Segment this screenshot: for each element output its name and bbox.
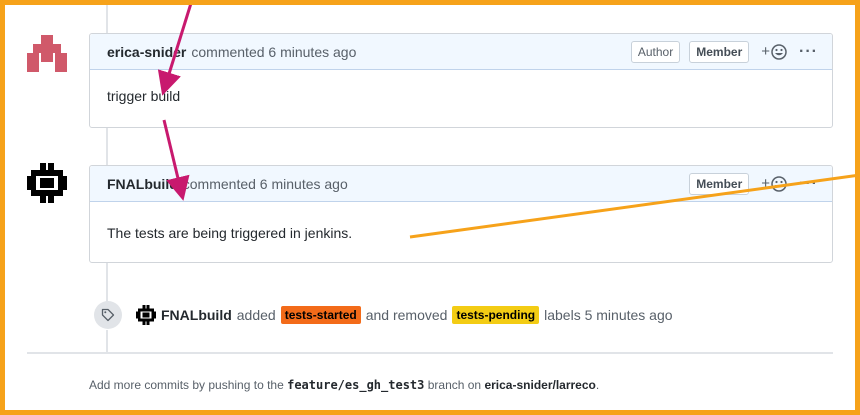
comment-author[interactable]: erica-snider xyxy=(107,44,186,60)
avatar-fnalbuild[interactable] xyxy=(27,163,67,203)
plus-label: + xyxy=(761,175,771,192)
smiley-icon xyxy=(771,43,787,60)
smiley-icon xyxy=(771,175,787,192)
event-actor[interactable]: FNALbuild xyxy=(161,307,232,323)
add-reaction-button[interactable]: + xyxy=(761,175,787,192)
kebab-icon[interactable]: ··· xyxy=(799,175,818,193)
timeline-divider xyxy=(27,352,833,354)
member-badge: Member xyxy=(689,40,750,63)
timeline-line xyxy=(106,263,108,303)
timeline-line xyxy=(106,0,108,33)
comment-author[interactable]: FNALbuild xyxy=(107,176,178,192)
member-badge: Member xyxy=(689,172,750,195)
event-suffix[interactable]: labels 5 minutes ago xyxy=(544,307,672,323)
repo-link[interactable]: erica-snider/larreco xyxy=(484,378,595,392)
footer-note: Add more commits by pushing to the featu… xyxy=(89,378,599,392)
kebab-icon[interactable]: ··· xyxy=(799,43,818,61)
event-removed-text: and removed xyxy=(365,307,448,323)
timeline-line xyxy=(106,128,108,165)
comment-body: The tests are being triggered in jenkins… xyxy=(107,224,353,241)
comment-header: FNALbuild commented 6 minutes ago Member… xyxy=(90,166,832,202)
comment-timestamp[interactable]: commented 6 minutes ago xyxy=(183,176,348,192)
plus-label: + xyxy=(761,43,771,60)
comment-body: trigger build xyxy=(107,88,181,104)
footer-middle: branch on xyxy=(427,378,482,392)
avatar-erica-snider[interactable] xyxy=(27,33,67,73)
add-reaction-button[interactable]: + xyxy=(761,43,787,60)
comment-card: erica-snider commented 6 minutes ago Aut… xyxy=(89,33,833,128)
label-tests-pending[interactable]: tests-pending xyxy=(452,306,540,324)
comment-timestamp[interactable]: commented 6 minutes ago xyxy=(191,44,356,60)
user-identicon xyxy=(27,33,67,73)
label-tests-started[interactable]: tests-started xyxy=(280,306,361,324)
footer-prefix: Add more commits by pushing to the xyxy=(89,378,284,392)
event-added-text: added xyxy=(236,307,276,323)
fermilab-logo-icon[interactable] xyxy=(136,305,156,325)
fermilab-logo-icon xyxy=(27,163,67,203)
footer-suffix: . xyxy=(595,378,600,392)
label-event: FNALbuild added tests-started and remove… xyxy=(94,300,673,330)
tag-icon xyxy=(101,308,115,322)
timeline-line xyxy=(106,330,108,352)
branch-name: feature/es_gh_test3 xyxy=(287,378,425,392)
author-badge: Author xyxy=(630,40,681,63)
comment-header: erica-snider commented 6 minutes ago Aut… xyxy=(90,34,832,70)
comment-card: FNALbuild commented 6 minutes ago Member… xyxy=(89,165,833,263)
tag-badge xyxy=(94,301,122,329)
